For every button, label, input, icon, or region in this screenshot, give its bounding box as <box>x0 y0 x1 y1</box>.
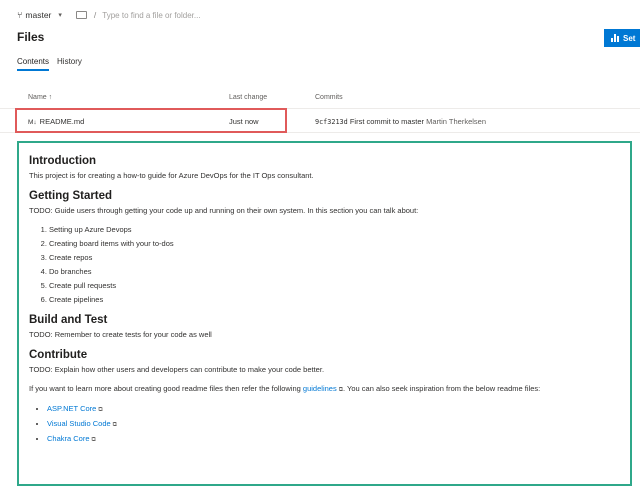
commit-id-link[interactable]: 9cf3213d <box>315 118 348 126</box>
list-item: Visual Studio Code⧉ <box>47 419 630 429</box>
external-link-icon: ⧉ <box>98 407 103 413</box>
column-header-last-change: Last change <box>229 94 268 101</box>
list-item: Creating board items with your to-dos <box>49 239 630 248</box>
commit-message: First commit to master <box>349 117 425 126</box>
aspnet-core-link[interactable]: ASP.NET Core <box>47 404 96 413</box>
branch-icon: ⑂ <box>17 10 23 20</box>
branch-name: master <box>25 10 52 20</box>
path-separator: / <box>93 10 97 20</box>
commit-author: Martin Therkelsen <box>426 117 487 126</box>
readme-text-getting-started: TODO: Guide users through getting your c… <box>29 206 419 215</box>
highlight-box-readme-row <box>15 108 287 133</box>
table-header: Name ↑ Last change Commits <box>0 90 640 109</box>
readme-heading-introduction: Introduction <box>29 155 97 167</box>
readme-preview: Introduction This project is for creatin… <box>17 141 632 486</box>
page-title: Files <box>17 30 45 44</box>
readme-links-list: ASP.NET Core⧉ Visual Studio Code⧉ Chakra… <box>29 404 630 444</box>
folder-icon <box>75 11 87 19</box>
list-item: Do branches <box>49 267 630 276</box>
learn-more-tail: . You can also seek inspiration from the… <box>343 384 541 393</box>
readme-heading-contribute: Contribute <box>29 349 88 361</box>
external-link-icon: ⧉ <box>112 422 117 428</box>
tab-bar: Contents History <box>17 57 82 71</box>
column-header-name[interactable]: Name ↑ <box>28 94 52 101</box>
list-item: Create pipelines <box>49 295 630 304</box>
list-item: Create repos <box>49 253 630 262</box>
learn-more-text: If you want to learn more about creating… <box>29 384 301 393</box>
commit-cell: 9cf3213d First commit to master Martin T… <box>315 117 486 126</box>
build-icon <box>611 34 619 42</box>
chevron-down-icon: ▾ <box>58 12 62 19</box>
list-item: Create pull requests <box>49 281 630 290</box>
tab-history[interactable]: History <box>57 57 82 71</box>
readme-text-contribute: TODO: Explain how other users and develo… <box>29 365 325 374</box>
readme-text-learn-more: If you want to learn more about creating… <box>29 384 630 394</box>
external-link-icon: ⧉ <box>91 437 96 443</box>
list-item: ASP.NET Core⧉ <box>47 404 630 414</box>
guidelines-link[interactable]: guidelines <box>303 384 337 393</box>
getting-started-list: Setting up Azure Devops Creating board i… <box>29 225 630 304</box>
list-item: Setting up Azure Devops <box>49 225 630 234</box>
readme-text-introduction: This project is for creating a how-to gu… <box>29 171 314 180</box>
tab-contents[interactable]: Contents <box>17 57 50 71</box>
readme-heading-build-test: Build and Test <box>29 314 108 326</box>
set-button-label: Set <box>623 33 636 43</box>
column-header-commits: Commits <box>315 94 343 101</box>
readme-text-build-test: TODO: Remember to create tests for your … <box>29 330 212 339</box>
path-search-input[interactable] <box>102 10 263 20</box>
visual-studio-code-link[interactable]: Visual Studio Code <box>47 419 111 428</box>
topbar: ⑂ master ▾ / <box>17 8 263 22</box>
branch-selector[interactable]: ⑂ master ▾ <box>17 10 62 20</box>
chakra-core-link[interactable]: Chakra Core <box>47 434 90 443</box>
list-item: Chakra Core⧉ <box>47 434 630 444</box>
readme-heading-getting-started: Getting Started <box>29 190 113 202</box>
set-up-build-button[interactable]: Set <box>604 29 640 47</box>
